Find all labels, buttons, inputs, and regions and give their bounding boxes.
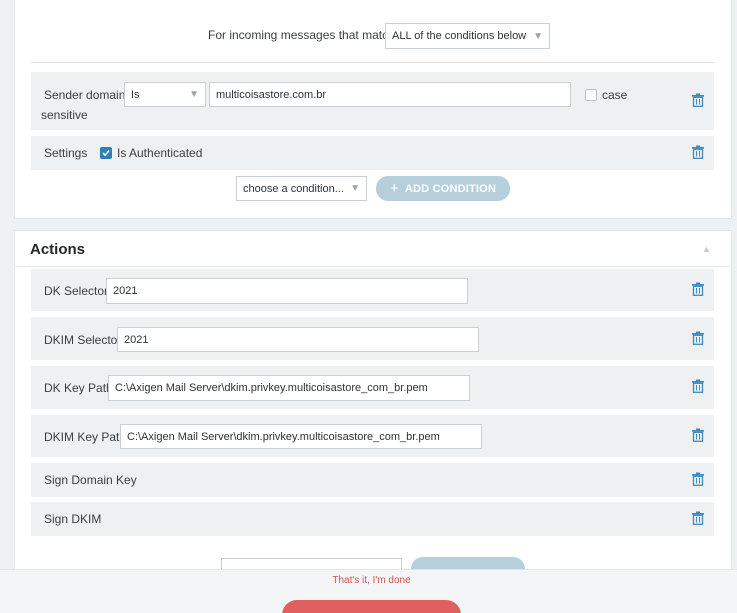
trash-icon[interactable] [691, 145, 705, 159]
action-label: Sign Domain Key [44, 473, 137, 487]
trash-icon[interactable] [691, 472, 705, 486]
is-authenticated-checkbox[interactable] [100, 147, 112, 159]
case-sensitive-checkbox[interactable] [585, 89, 597, 101]
chevron-down-icon: ▼ [189, 89, 199, 100]
primary-action-button[interactable] [282, 600, 461, 613]
is-authenticated-label: Is Authenticated [117, 146, 203, 160]
dk-selector-input[interactable]: 2021 [106, 278, 468, 304]
dkim-selector-input[interactable]: 2021 [117, 327, 479, 352]
trash-icon[interactable] [691, 331, 705, 345]
trash-icon[interactable] [691, 511, 705, 525]
check-icon [102, 150, 110, 157]
done-link[interactable]: That's it, I'm done [0, 575, 737, 586]
trash-icon[interactable] [691, 428, 705, 442]
action-label: DK Key Path [44, 381, 113, 395]
action-row-sign-dkim [31, 502, 714, 536]
operator-select-value: Is [131, 88, 140, 101]
match-select-value: ALL of the conditions below [392, 30, 527, 42]
trash-icon[interactable] [691, 379, 705, 393]
case-label-wrap: sensitive [41, 108, 88, 122]
action-label: DKIM Selector [44, 333, 122, 347]
add-condition-button[interactable]: + ADD CONDITION [376, 176, 510, 201]
case-label: case [602, 88, 628, 102]
operator-select[interactable]: Is ▼ [124, 82, 206, 107]
match-prefix-label: For incoming messages that match [208, 28, 395, 42]
plus-icon: + [389, 180, 399, 197]
action-label: Sign DKIM [44, 512, 102, 526]
action-label: DK Selector [44, 284, 109, 298]
chevron-down-icon: ▼ [533, 30, 543, 42]
add-condition-label: ADD CONDITION [404, 182, 497, 195]
domain-input[interactable]: multicoisastore.com.br [209, 82, 571, 107]
choose-condition-placeholder: choose a condition... [243, 182, 344, 195]
actions-title: Actions [30, 241, 86, 258]
actions-header-divider [14, 266, 732, 267]
match-select[interactable]: ALL of the conditions below ▼ [385, 23, 550, 49]
trash-icon[interactable] [691, 93, 705, 107]
triangle-up-icon[interactable]: ▲ [702, 244, 711, 254]
condition-label: Sender domain [44, 88, 126, 102]
action-label: DKIM Key Path [44, 430, 127, 444]
condition-label: Settings [44, 146, 88, 160]
conditions-divider [31, 62, 715, 63]
trash-icon[interactable] [691, 282, 705, 296]
chevron-down-icon: ▼ [350, 183, 360, 194]
choose-condition-select[interactable]: choose a condition... ▼ [236, 176, 367, 201]
dk-key-path-input[interactable]: C:\Axigen Mail Server\dkim.privkey.multi… [108, 375, 470, 401]
dkim-key-path-input[interactable]: C:\Axigen Mail Server\dkim.privkey.multi… [120, 424, 482, 449]
